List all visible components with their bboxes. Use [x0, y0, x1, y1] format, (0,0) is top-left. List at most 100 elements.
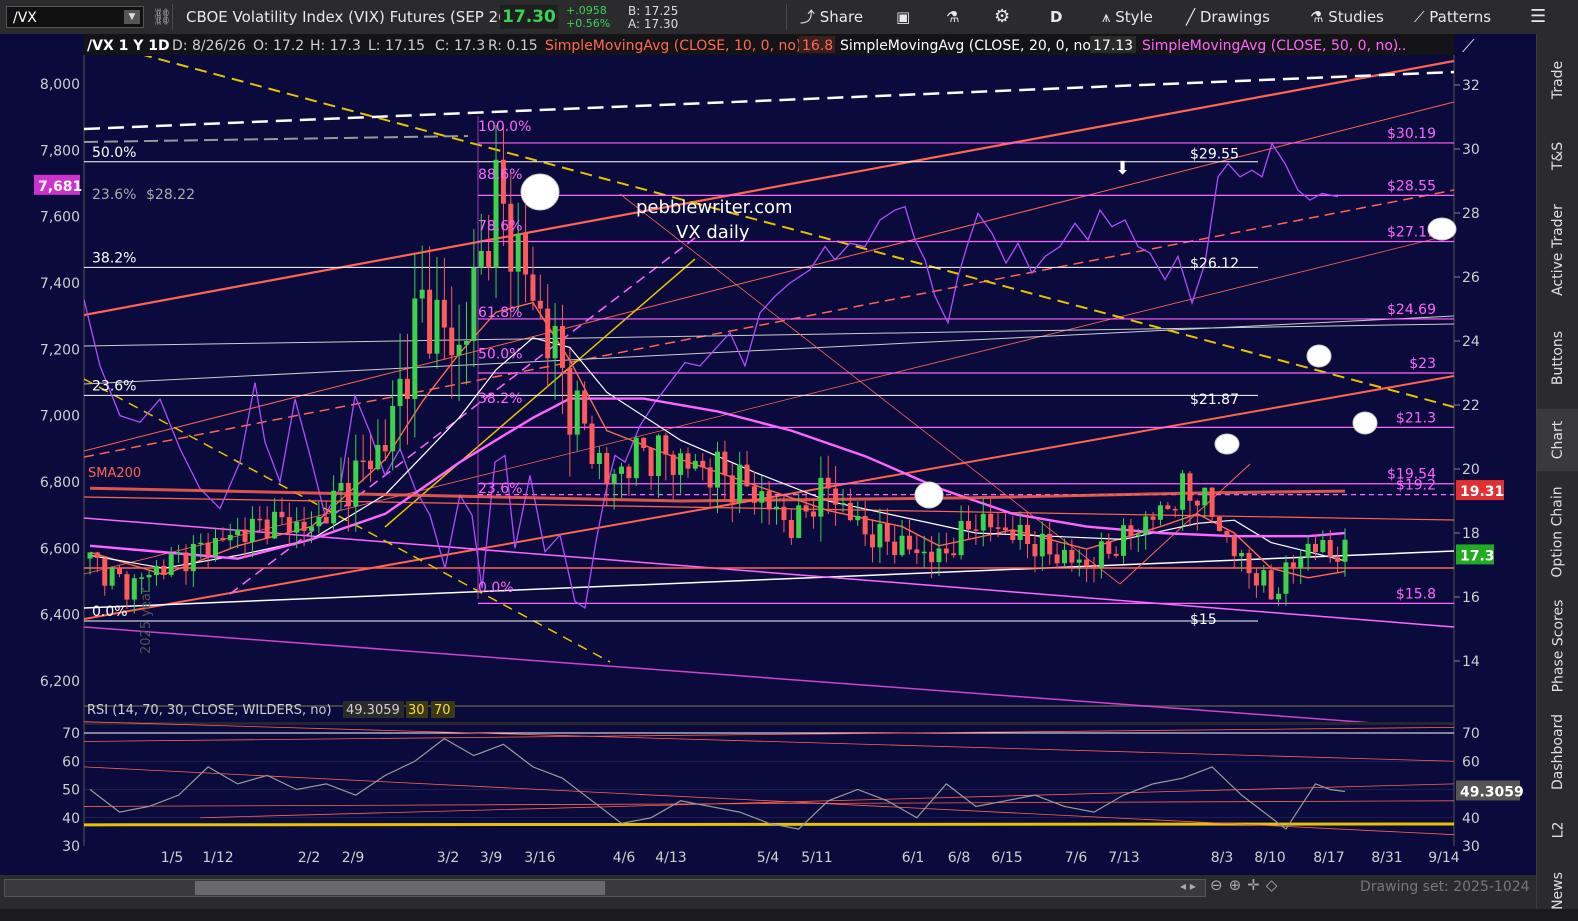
marker-circle [1352, 411, 1378, 435]
candle-body [685, 453, 691, 469]
candle-body [707, 467, 713, 488]
right-tick-label: 20 [1462, 462, 1480, 478]
candle-body [441, 299, 447, 328]
price-level-label: $19.2 [1396, 478, 1436, 494]
side-tab-l2[interactable]: L2 [1537, 805, 1578, 855]
x-tick-label: 8/3 [1211, 850, 1234, 866]
zoom-out-icon[interactable]: ⊖ [1210, 876, 1229, 894]
x-tick-label: 2/9 [342, 850, 365, 866]
left-tick-label: 7,000 [40, 409, 80, 425]
status-more[interactable]: ... [1393, 38, 1406, 54]
candle-body [176, 552, 182, 555]
symbol-input[interactable]: /VX ▼ [6, 6, 144, 28]
candle-body [316, 516, 322, 527]
style-button[interactable]: ⩚ Style [1102, 0, 1153, 34]
candle-body [183, 552, 189, 572]
candle-body [1039, 533, 1045, 557]
candle-body [899, 535, 905, 556]
ask-price: A: 17.30 [628, 17, 679, 31]
left-tick-label: 6,800 [40, 475, 80, 491]
candle-body [1202, 487, 1208, 506]
scroll-thumb[interactable] [195, 881, 605, 895]
side-tab-dashboard[interactable]: Dashboard [1537, 704, 1578, 799]
candle-body [1194, 500, 1200, 506]
symbol-dropdown-icon[interactable]: ▼ [124, 10, 140, 24]
candle-body [1180, 473, 1186, 510]
x-tick-label: 7/13 [1108, 850, 1139, 866]
side-tab-label: Chart [1549, 420, 1566, 460]
magnet-icon[interactable]: ◇ [1266, 876, 1284, 894]
drawings-button[interactable]: ╱ Drawings [1186, 0, 1270, 34]
candle-body [390, 406, 396, 452]
flask-icon[interactable]: ⚗ [946, 0, 959, 34]
fib-mid-label: 23.6% [478, 481, 522, 497]
candle-body [1128, 525, 1134, 537]
drawing-set[interactable]: Drawing set: 2025-1024 [1360, 879, 1530, 895]
candle-body [456, 344, 462, 356]
time-scrollbar[interactable] [4, 879, 1206, 897]
candle-body [648, 447, 654, 476]
candle-body [382, 445, 388, 452]
candle-body [1106, 541, 1112, 554]
candle-body [205, 542, 211, 557]
candle-body [641, 437, 647, 448]
fib-mid-label: 61.8% [478, 305, 522, 321]
side-tab-trade[interactable]: Trade [1537, 40, 1578, 120]
candle-body [796, 505, 802, 538]
status-high: H: 17.3 [310, 38, 361, 54]
grid-icon[interactable]: ▣ [896, 0, 910, 34]
rsi-price-tag: 49.3059 [1460, 784, 1524, 800]
candle-body [545, 308, 551, 359]
scroll-arrows[interactable]: ◂ ▸ [1180, 879, 1196, 893]
right-tick-label: 18 [1462, 526, 1480, 542]
share-button[interactable]: ⤴ Share [800, 0, 863, 34]
candle-body [434, 299, 440, 354]
left-tick-label: 7,400 [40, 276, 80, 292]
crosshair-icon[interactable]: ✛ [1247, 876, 1266, 894]
zoom-in-icon[interactable]: ⊕ [1229, 876, 1248, 894]
studies-button[interactable]: ⚗ Studies [1310, 0, 1384, 34]
side-tab-option-chain[interactable]: Option Chain [1537, 477, 1578, 587]
x-tick-label: 1/12 [202, 850, 233, 866]
candle-body [227, 534, 233, 541]
x-tick-label: 4/13 [655, 850, 686, 866]
chart-area[interactable]: 14 16 18 20 22 24 26 28 30 32 6,200 6,400 6,600 6,800… [0, 34, 1536, 875]
candle-body [596, 452, 602, 465]
fib-left-label: 38.2% [92, 250, 136, 266]
side-tab-phase-scores[interactable]: Phase Scores [1537, 593, 1578, 698]
side-tab-active-trader[interactable]: Active Trader [1537, 192, 1578, 307]
candle-body [722, 451, 728, 476]
candle-body [803, 505, 809, 512]
side-tab-buttons[interactable]: Buttons [1537, 313, 1578, 403]
candle-body [825, 477, 831, 489]
candle-body [1261, 570, 1267, 586]
status-range: R: 0.15 [488, 38, 538, 54]
link-icon[interactable]: ⛓ [152, 0, 172, 34]
candle-body [559, 325, 565, 368]
side-tab-t-s[interactable]: T&S [1537, 126, 1578, 186]
marker-circle [520, 173, 560, 211]
candle-body [1246, 552, 1252, 574]
candle-body [190, 543, 196, 572]
side-tab-news[interactable]: News [1537, 861, 1578, 921]
candle-body [958, 520, 964, 556]
x-tick-label: 9/14 [1428, 850, 1460, 866]
zoom-tools[interactable]: ⊖⊕✛◇ [1210, 876, 1283, 894]
menu-icon[interactable]: ☰ [1530, 0, 1546, 34]
candle-body [589, 423, 595, 465]
gear-icon[interactable]: ⚙ [994, 0, 1010, 34]
candle-body [951, 553, 957, 556]
style-icon: ⩚ [1102, 8, 1116, 26]
aggregation-period[interactable]: D [1050, 0, 1062, 34]
candle-body [906, 535, 912, 550]
fib-mid-label: 50.0% [478, 346, 522, 362]
candle-body [87, 552, 93, 559]
candle-body [1320, 540, 1326, 553]
chart-settings-icon[interactable]: ⟋ [1462, 36, 1475, 57]
candle-body [655, 435, 661, 476]
candle-body [914, 549, 920, 554]
candle-body [973, 529, 979, 531]
sma200-price-tag: 19.31 [1460, 484, 1504, 500]
side-tab-chart[interactable]: Chart [1537, 409, 1578, 471]
patterns-button[interactable]: ⟋ Patterns [1414, 0, 1491, 34]
